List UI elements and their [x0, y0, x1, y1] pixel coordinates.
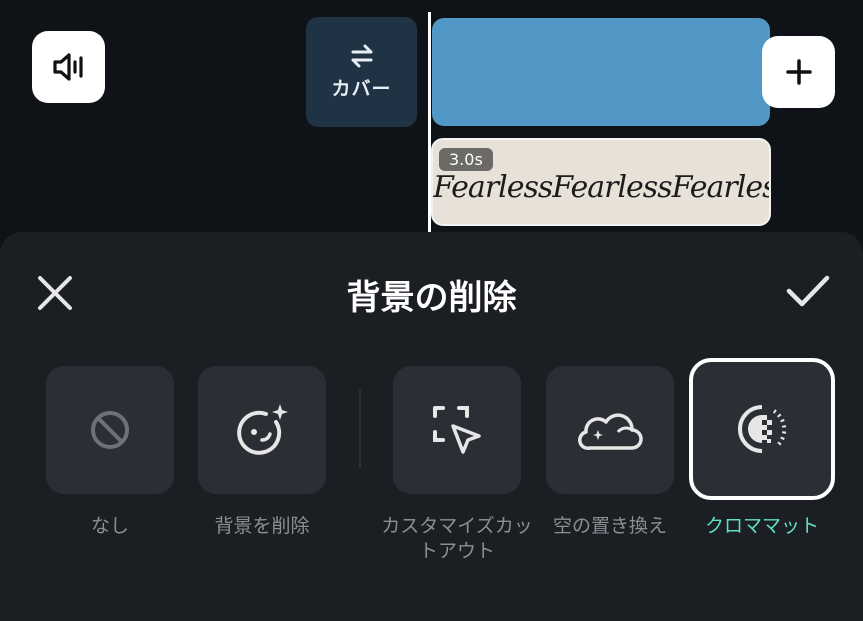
plus-icon	[785, 59, 812, 85]
playhead[interactable]	[428, 12, 431, 232]
video-clip-track[interactable]	[432, 18, 770, 126]
cursor-select-icon	[433, 406, 481, 454]
clip-thumbnail-text: FearlessFearlessFearlessFearless	[433, 170, 769, 205]
option-chroma-matte-label: クロママット	[704, 515, 819, 537]
swap-icon	[351, 44, 372, 67]
cloud-sparkle-icon	[578, 413, 643, 450]
check-icon	[786, 275, 830, 307]
text-clip-track[interactable]: FearlessFearlessFearlessFearless 3.0s	[431, 138, 771, 226]
panel-title: 背景の削除	[346, 278, 517, 318]
options-divider	[359, 390, 361, 468]
face-sparkle-icon	[237, 404, 288, 455]
clip-duration-badge: 3.0s	[439, 148, 493, 171]
option-none-label: なし	[90, 515, 129, 537]
option-custom-cutout-button[interactable]	[393, 366, 521, 494]
option-custom-cutout-label: カスタマイズカットアウト	[381, 515, 533, 562]
add-clip-button[interactable]	[762, 36, 835, 108]
audio-toggle-button[interactable]	[32, 31, 105, 103]
confirm-button[interactable]	[784, 270, 832, 312]
timeline: カバー FearlessFearlessFearlessFearless 3.0…	[0, 0, 863, 232]
cover-label: カバー	[331, 77, 392, 100]
option-none-button[interactable]	[46, 366, 174, 494]
cover-button[interactable]: カバー	[306, 17, 417, 127]
option-remove-bg-button[interactable]	[198, 366, 326, 494]
chroma-icon	[738, 405, 787, 453]
speaker-icon	[52, 53, 83, 81]
option-sky-replace-label: 空の置き換え	[552, 515, 667, 537]
remove-background-panel: 背景の削除 なし 背景を削除 カスタマイズカットアウト 空の置き換え クロママッ…	[0, 232, 863, 621]
no-symbol-icon	[91, 411, 129, 449]
option-sky-replace-button[interactable]	[546, 366, 674, 494]
option-remove-bg-label: 背景を削除	[214, 515, 310, 537]
option-chroma-matte-button[interactable]	[689, 358, 835, 500]
